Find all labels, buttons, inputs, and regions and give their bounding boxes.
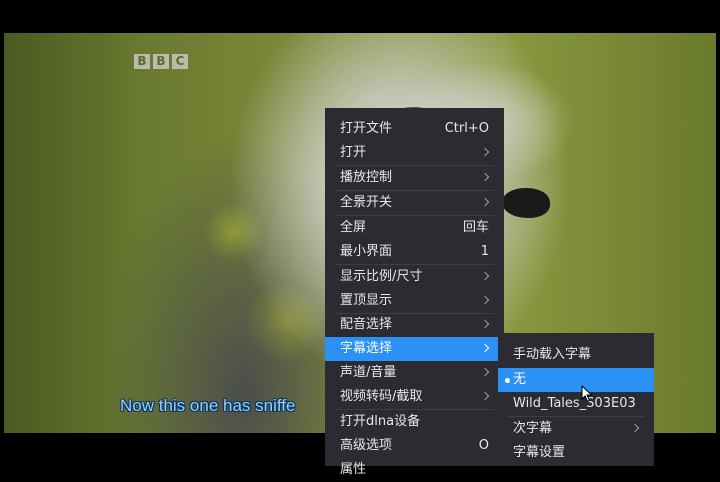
menu-item-minimal-ui[interactable]: 最小界面 1	[325, 240, 504, 264]
wolf-nose	[502, 188, 550, 218]
menu-item-video-transcode[interactable]: 视频转码/截取	[325, 385, 504, 409]
menu-item-panorama[interactable]: 全景开关	[325, 191, 504, 215]
menu-item-always-on-top[interactable]: 置顶显示	[325, 289, 504, 313]
menu-item-fullscreen[interactable]: 全屏 回车	[325, 216, 504, 240]
chevron-right-icon	[480, 295, 490, 305]
menu-item-label: Wild_Tales_S03E03	[513, 396, 636, 411]
submenu-item-wild-tales[interactable]: Wild_Tales_S03E03	[498, 392, 654, 416]
menu-item-label: 无	[513, 372, 527, 387]
menu-item-open-file[interactable]: 打开文件 Ctrl+O	[325, 117, 504, 141]
logo-letter-b1: B	[134, 54, 150, 69]
menu-item-label: 全屏	[340, 220, 367, 235]
chevron-right-icon	[480, 343, 490, 353]
chevron-right-icon	[630, 423, 640, 433]
menu-item-label: 视频转码/截取	[340, 389, 423, 404]
shortcut-label: O	[478, 438, 489, 453]
menu-item-advanced-options[interactable]: 高级选项 O	[325, 434, 504, 458]
bbc-logo: B B C	[134, 54, 188, 69]
menu-item-label: 高级选项	[340, 438, 393, 453]
chevron-right-icon	[480, 367, 490, 377]
logo-letter-c: C	[172, 54, 188, 69]
submenu-item-secondary-subtitle[interactable]: 次字幕	[498, 417, 654, 441]
menu-item-label: 最小界面	[340, 244, 393, 259]
menu-item-label: 播放控制	[340, 170, 393, 185]
chevron-right-icon	[480, 197, 490, 207]
menu-item-channel-volume[interactable]: 声道/音量	[325, 361, 504, 385]
video-subtitle: Now this one has sniffe	[120, 396, 296, 415]
menu-item-label: 字幕选择	[340, 341, 393, 356]
menu-item-label: 属性	[340, 462, 367, 477]
logo-letter-b2: B	[153, 54, 169, 69]
menu-item-label: 置顶显示	[340, 293, 393, 308]
menu-item-label: 打开	[340, 145, 367, 160]
subtitle-submenu: 手动载入字幕 无 Wild_Tales_S03E03 次字幕 字幕设置	[498, 333, 654, 466]
menu-item-aspect-ratio[interactable]: 显示比例/尺寸	[325, 265, 504, 289]
shortcut-label: 回车	[462, 220, 489, 235]
shortcut-label: 1	[480, 244, 489, 259]
menu-item-label: 手动载入字幕	[513, 347, 592, 362]
chevron-right-icon	[480, 147, 490, 157]
chevron-right-icon	[480, 172, 490, 182]
menu-item-subtitle-select[interactable]: 字幕选择	[325, 337, 504, 361]
menu-item-label: 打开dlna设备	[340, 414, 421, 429]
menu-item-playback-control[interactable]: 播放控制	[325, 166, 504, 190]
context-menu: 打开文件 Ctrl+O 打开 播放控制 全景开关 全屏 回车 最小界面 1 显示…	[325, 108, 504, 477]
menu-item-open[interactable]: 打开	[325, 141, 504, 165]
radio-dot-icon	[505, 378, 510, 383]
submenu-item-subtitle-settings[interactable]: 字幕设置	[498, 441, 654, 465]
submenu-item-none[interactable]: 无	[498, 368, 654, 392]
chevron-right-icon	[480, 319, 490, 329]
menu-item-label: 打开文件	[340, 121, 393, 136]
menu-item-label: 配音选择	[340, 317, 393, 332]
shortcut-label: Ctrl+O	[444, 121, 489, 136]
submenu-item-load-subtitle[interactable]: 手动载入字幕	[498, 343, 654, 367]
chevron-right-icon	[480, 271, 490, 281]
menu-item-label: 字幕设置	[513, 445, 566, 460]
menu-item-properties[interactable]: 属性	[325, 458, 504, 482]
menu-item-label: 声道/音量	[340, 365, 397, 380]
mouse-pointer-icon	[581, 385, 593, 403]
menu-item-label: 次字幕	[513, 421, 553, 436]
menu-item-open-dlna[interactable]: 打开dlna设备	[325, 410, 504, 434]
chevron-right-icon	[480, 391, 490, 401]
menu-item-label: 显示比例/尺寸	[340, 269, 423, 284]
menu-item-audio-track[interactable]: 配音选择	[325, 313, 504, 337]
menu-item-label: 全景开关	[340, 195, 393, 210]
